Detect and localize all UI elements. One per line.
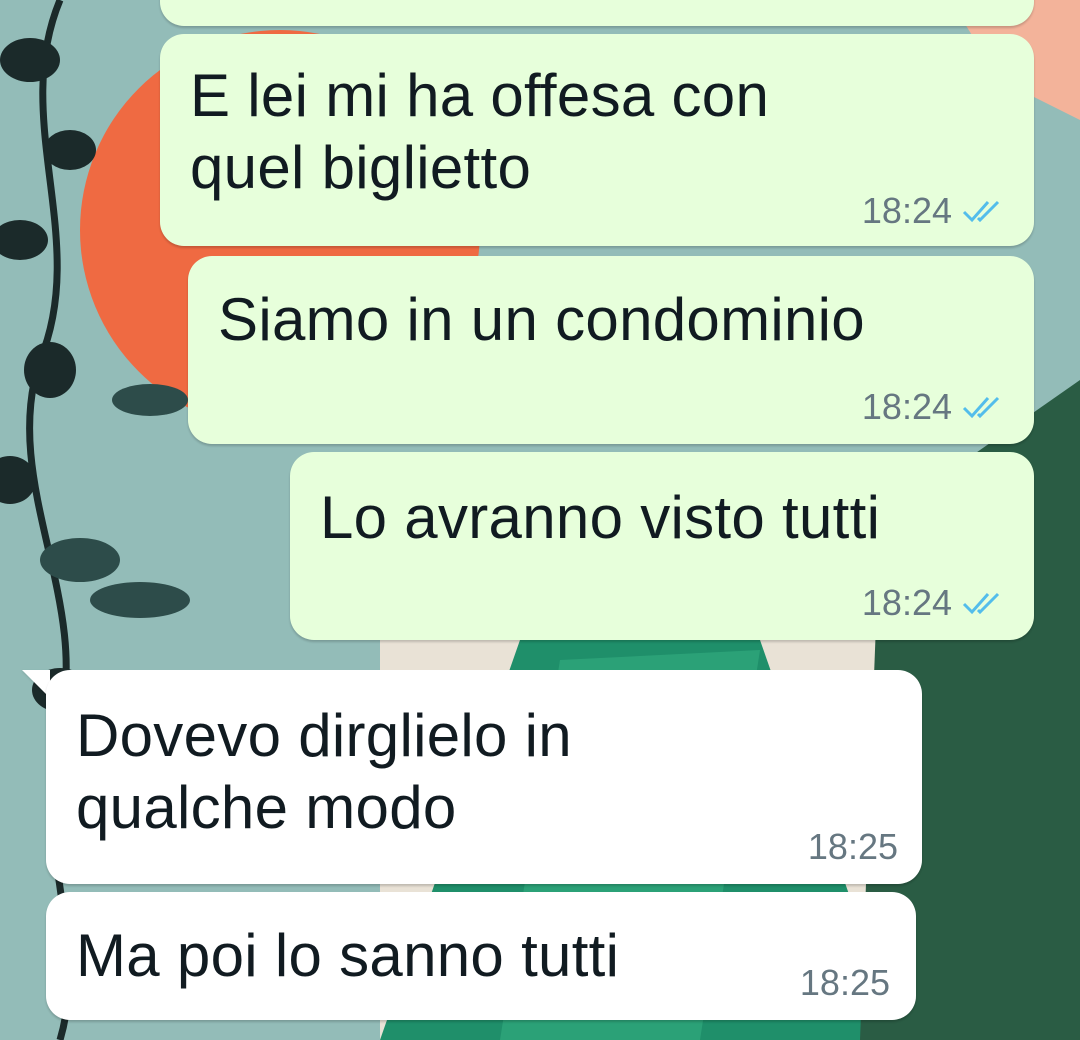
- message-text: Lo avranno visto tutti: [320, 484, 881, 551]
- message-bubble-outgoing[interactable]: Lo avranno visto tutti 18:24: [290, 452, 1034, 640]
- message-bubble-outgoing[interactable]: Siamo in un condominio 18:24: [188, 256, 1034, 444]
- message-time: 18:25: [799, 962, 890, 1003]
- read-receipt-icon: [962, 592, 1000, 615]
- message-bubble-outgoing[interactable]: [160, 0, 1034, 26]
- message-time: 18:25: [807, 826, 898, 867]
- message-text: E lei mi ha offesa con quel biglietto: [190, 62, 770, 201]
- message-text: Ma poi lo sanno tutti: [76, 922, 620, 989]
- message-bubble-incoming[interactable]: Ma poi lo sanno tutti 18:25: [46, 892, 916, 1020]
- message-time: 18:24: [861, 386, 952, 427]
- message-meta: 18:25: [800, 962, 890, 1004]
- message-meta: 18:24: [862, 582, 1004, 624]
- read-receipt-icon: [962, 396, 1000, 419]
- message-meta: 18:24: [862, 190, 1004, 232]
- message-time: 18:24: [861, 582, 952, 623]
- message-text: Siamo in un condominio: [218, 286, 865, 353]
- message-time: 18:24: [861, 190, 952, 231]
- message-text: Dovevo dirglielo in qualche modo: [76, 702, 572, 841]
- message-bubble-outgoing[interactable]: E lei mi ha offesa con quel biglietto 18…: [160, 34, 1034, 246]
- read-receipt-icon: [962, 200, 1000, 223]
- message-meta: 18:24: [862, 386, 1004, 428]
- message-bubble-incoming[interactable]: Dovevo dirglielo in qualche modo 18:25: [46, 670, 922, 884]
- message-meta: 18:25: [808, 826, 898, 868]
